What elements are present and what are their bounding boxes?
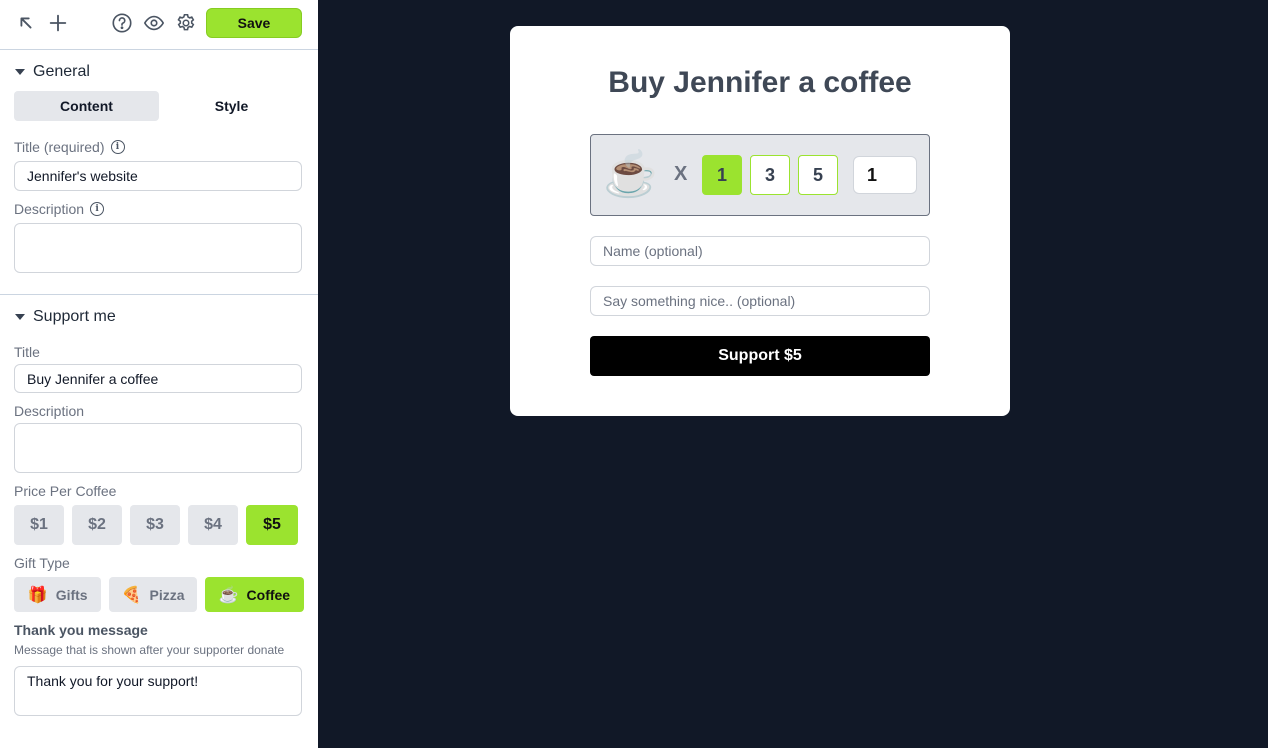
- eye-icon[interactable]: [142, 11, 166, 35]
- quantity-selector: ☕ X 1 3 5 1: [590, 134, 930, 216]
- gift-option-label: Gifts: [55, 586, 88, 603]
- site-title-input[interactable]: Jennifer's website: [14, 161, 302, 191]
- thank-you-label: Thank you message: [14, 622, 148, 638]
- price-option-4[interactable]: $4: [188, 505, 238, 545]
- preview-card: Buy Jennifer a coffee ☕ X 1 3 5 1 Name (…: [510, 26, 1010, 416]
- arrow-up-left-icon[interactable]: [14, 11, 38, 35]
- coffee-icon: ☕: [218, 586, 239, 604]
- support-header[interactable]: Support me: [14, 305, 304, 329]
- tab-content[interactable]: Content: [14, 91, 159, 121]
- preview-title: Buy Jennifer a coffee: [608, 66, 912, 99]
- price-option-5[interactable]: $5: [246, 505, 298, 545]
- title-required-label: Title (required) i: [14, 139, 304, 155]
- price-option-1[interactable]: $1: [14, 505, 64, 545]
- gift-option-label: Pizza: [149, 586, 185, 603]
- gift-option-coffee[interactable]: ☕ Coffee: [204, 577, 304, 612]
- tab-style[interactable]: Style: [159, 91, 304, 121]
- gift-icon: 🎁: [27, 586, 48, 604]
- thank-you-textarea[interactable]: Thank you for your support!: [14, 666, 302, 716]
- gift-option-label: Coffee: [246, 586, 291, 603]
- supporter-message-input[interactable]: Say something nice.. (optional): [590, 286, 930, 316]
- thank-you-help: Message that is shown after your support…: [14, 643, 285, 657]
- toolbar: Save: [0, 0, 318, 50]
- gift-type-label: Gift Type: [14, 555, 70, 571]
- info-icon[interactable]: i: [90, 202, 105, 216]
- general-header[interactable]: General: [14, 60, 304, 84]
- support-description-textarea[interactable]: [14, 423, 302, 473]
- editor-sidebar: Save General Content Style Title (requir…: [0, 0, 318, 748]
- save-button[interactable]: Save: [206, 8, 302, 38]
- coffee-cup-icon: ☕: [603, 150, 658, 199]
- general-description-textarea[interactable]: [14, 223, 302, 273]
- caret-down-icon: [15, 314, 25, 320]
- support-heading: Support me: [33, 308, 116, 325]
- price-option-3[interactable]: $3: [130, 505, 180, 545]
- gear-icon[interactable]: [174, 11, 198, 35]
- supporter-name-input[interactable]: Name (optional): [590, 236, 930, 266]
- general-description-label: Description i: [14, 201, 304, 217]
- support-description-label: Description: [14, 403, 85, 419]
- support-section: Support me Title Buy Jennifer a coffee D…: [0, 295, 318, 716]
- general-heading: General: [33, 63, 90, 80]
- support-button[interactable]: Support $5: [590, 336, 930, 376]
- support-title-label: Title: [14, 344, 40, 360]
- plus-icon[interactable]: [46, 11, 70, 35]
- custom-quantity-input[interactable]: 1: [853, 156, 917, 194]
- info-icon[interactable]: i: [110, 140, 125, 154]
- price-option-2[interactable]: $2: [72, 505, 122, 545]
- price-options: $1 $2 $3 $4 $5: [14, 505, 304, 545]
- quantity-option-1[interactable]: 1: [702, 155, 742, 195]
- price-label: Price Per Coffee: [14, 483, 117, 499]
- gift-option-pizza[interactable]: 🍕 Pizza: [109, 577, 197, 612]
- title-required-text: Title (required): [14, 139, 105, 155]
- gift-option-gifts[interactable]: 🎁 Gifts: [14, 577, 102, 612]
- support-title-input[interactable]: Buy Jennifer a coffee: [14, 364, 302, 393]
- times-sign: X: [674, 163, 688, 185]
- pizza-icon: 🍕: [121, 586, 142, 604]
- content-style-toggle: Content Style: [14, 91, 304, 121]
- quantity-option-5[interactable]: 5: [798, 155, 838, 195]
- general-section: General Content Style Title (required) i…: [0, 50, 318, 273]
- caret-down-icon: [15, 69, 25, 75]
- general-description-text: Description: [14, 201, 85, 217]
- gift-type-options: 🎁 Gifts 🍕 Pizza ☕ Coffee: [14, 577, 304, 612]
- help-icon[interactable]: [110, 11, 134, 35]
- quantity-option-3[interactable]: 3: [750, 155, 790, 195]
